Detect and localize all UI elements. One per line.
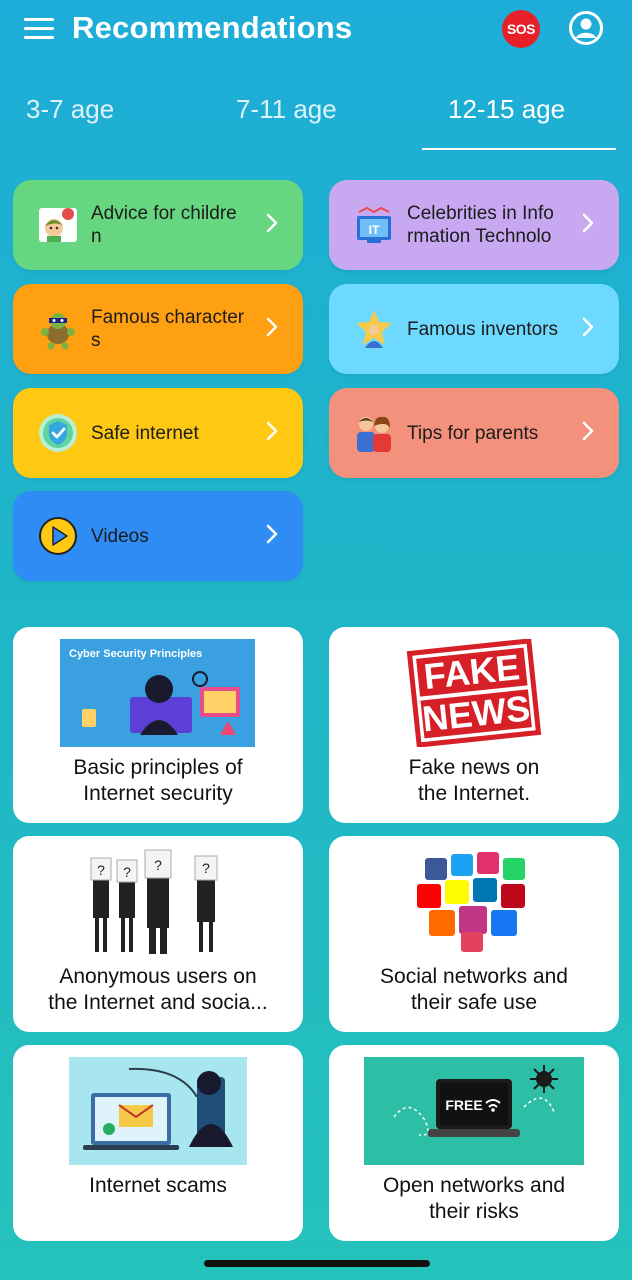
user-profile-icon[interactable] <box>568 10 604 46</box>
chevron-right-icon <box>582 317 594 337</box>
it-computer-icon: IT <box>357 206 391 243</box>
child-icon <box>39 208 77 242</box>
article-title: Basic principles of Internet security <box>73 756 243 805</box>
article-card-open-networks[interactable]: FREE Open networks and their risks <box>329 1045 619 1241</box>
chevron-right-icon <box>582 421 594 441</box>
tab-12-15-age[interactable]: 12-15 age <box>448 94 565 125</box>
article-card-anonymous-users[interactable]: ???? Anonymous users on the Internet and … <box>13 836 303 1032</box>
article-title: Anonymous users on the Internet and socia… <box>48 965 268 1014</box>
category-advice-for-children[interactable]: Advice for childre n <box>13 180 303 270</box>
svg-text:?: ? <box>202 860 210 876</box>
app-header: Recommendations SOS <box>0 0 632 64</box>
article-title: Open networks and their risks <box>382 1174 566 1223</box>
category-label: Safe internet <box>91 423 199 444</box>
article-card-social-networks[interactable]: Social networks and their safe use <box>329 836 619 1032</box>
category-label: Tips for parents <box>407 423 539 444</box>
active-tab-indicator <box>422 148 616 150</box>
category-safe-internet[interactable]: Safe internet <box>13 388 303 478</box>
article-card-fake-news[interactable]: FAKE NEWS Fake news on the Internet. <box>329 627 619 823</box>
page-title: Recommendations <box>72 10 353 45</box>
ninja-turtle-icon <box>41 313 75 350</box>
article-title: Social networks and their safe use <box>380 965 568 1014</box>
tab-3-7-age[interactable]: 3-7 age <box>26 94 114 125</box>
svg-text:?: ? <box>154 857 162 873</box>
article-card-internet-security[interactable]: Cyber Security Principles Basic principl… <box>13 627 303 823</box>
category-famous-characters[interactable]: Famous character s <box>13 284 303 374</box>
social-media-cubes-photo <box>411 848 539 956</box>
category-famous-inventors[interactable]: Famous inventors <box>329 284 619 374</box>
chevron-right-icon <box>266 213 278 233</box>
article-card-internet-scams[interactable]: Internet scams <box>13 1045 303 1241</box>
hamburger-menu-icon[interactable] <box>24 18 54 40</box>
fake-news-stamp: FAKE NEWS <box>384 639 564 747</box>
category-label: Videos <box>91 526 149 547</box>
category-label: Famous character s <box>91 307 245 351</box>
chevron-right-icon <box>266 317 278 337</box>
home-indicator[interactable] <box>204 1260 430 1267</box>
shield-icon <box>39 414 77 452</box>
chevron-right-icon <box>266 524 278 544</box>
chevron-right-icon <box>582 213 594 233</box>
article-title: Internet scams <box>89 1174 227 1197</box>
parents-icon <box>357 416 391 452</box>
svg-text:FREE: FREE <box>445 1097 482 1113</box>
svg-text:?: ? <box>123 864 131 880</box>
anonymous-people-photo: ???? <box>85 848 231 956</box>
category-label: Celebrities in Info rmation Technolo <box>407 203 554 247</box>
svg-text:IT: IT <box>369 223 380 237</box>
sos-button[interactable]: SOS <box>502 10 540 48</box>
svg-text:Cyber Security Principles: Cyber Security Principles <box>69 648 202 660</box>
play-icon <box>39 517 77 555</box>
age-tabs: 3-7 age 7-11 age 12-15 age <box>0 84 632 154</box>
category-label: Advice for childre n <box>91 203 237 247</box>
svg-text:?: ? <box>97 862 105 878</box>
tab-7-11-age[interactable]: 7-11 age <box>236 94 337 125</box>
internet-scam-illustration <box>69 1057 247 1165</box>
category-celebrities-it[interactable]: IT Celebrities in Info rmation Technolo <box>329 180 619 270</box>
cyber-security-illustration: Cyber Security Principles <box>60 639 255 747</box>
category-label: Famous inventors <box>407 319 559 340</box>
star-person-icon <box>356 310 392 348</box>
category-videos[interactable]: Videos <box>13 491 303 581</box>
chevron-right-icon <box>266 421 278 441</box>
free-wifi-illustration: FREE <box>364 1057 584 1165</box>
article-title: Fake news on the Internet. <box>408 756 540 805</box>
category-tips-for-parents[interactable]: Tips for parents <box>329 388 619 478</box>
